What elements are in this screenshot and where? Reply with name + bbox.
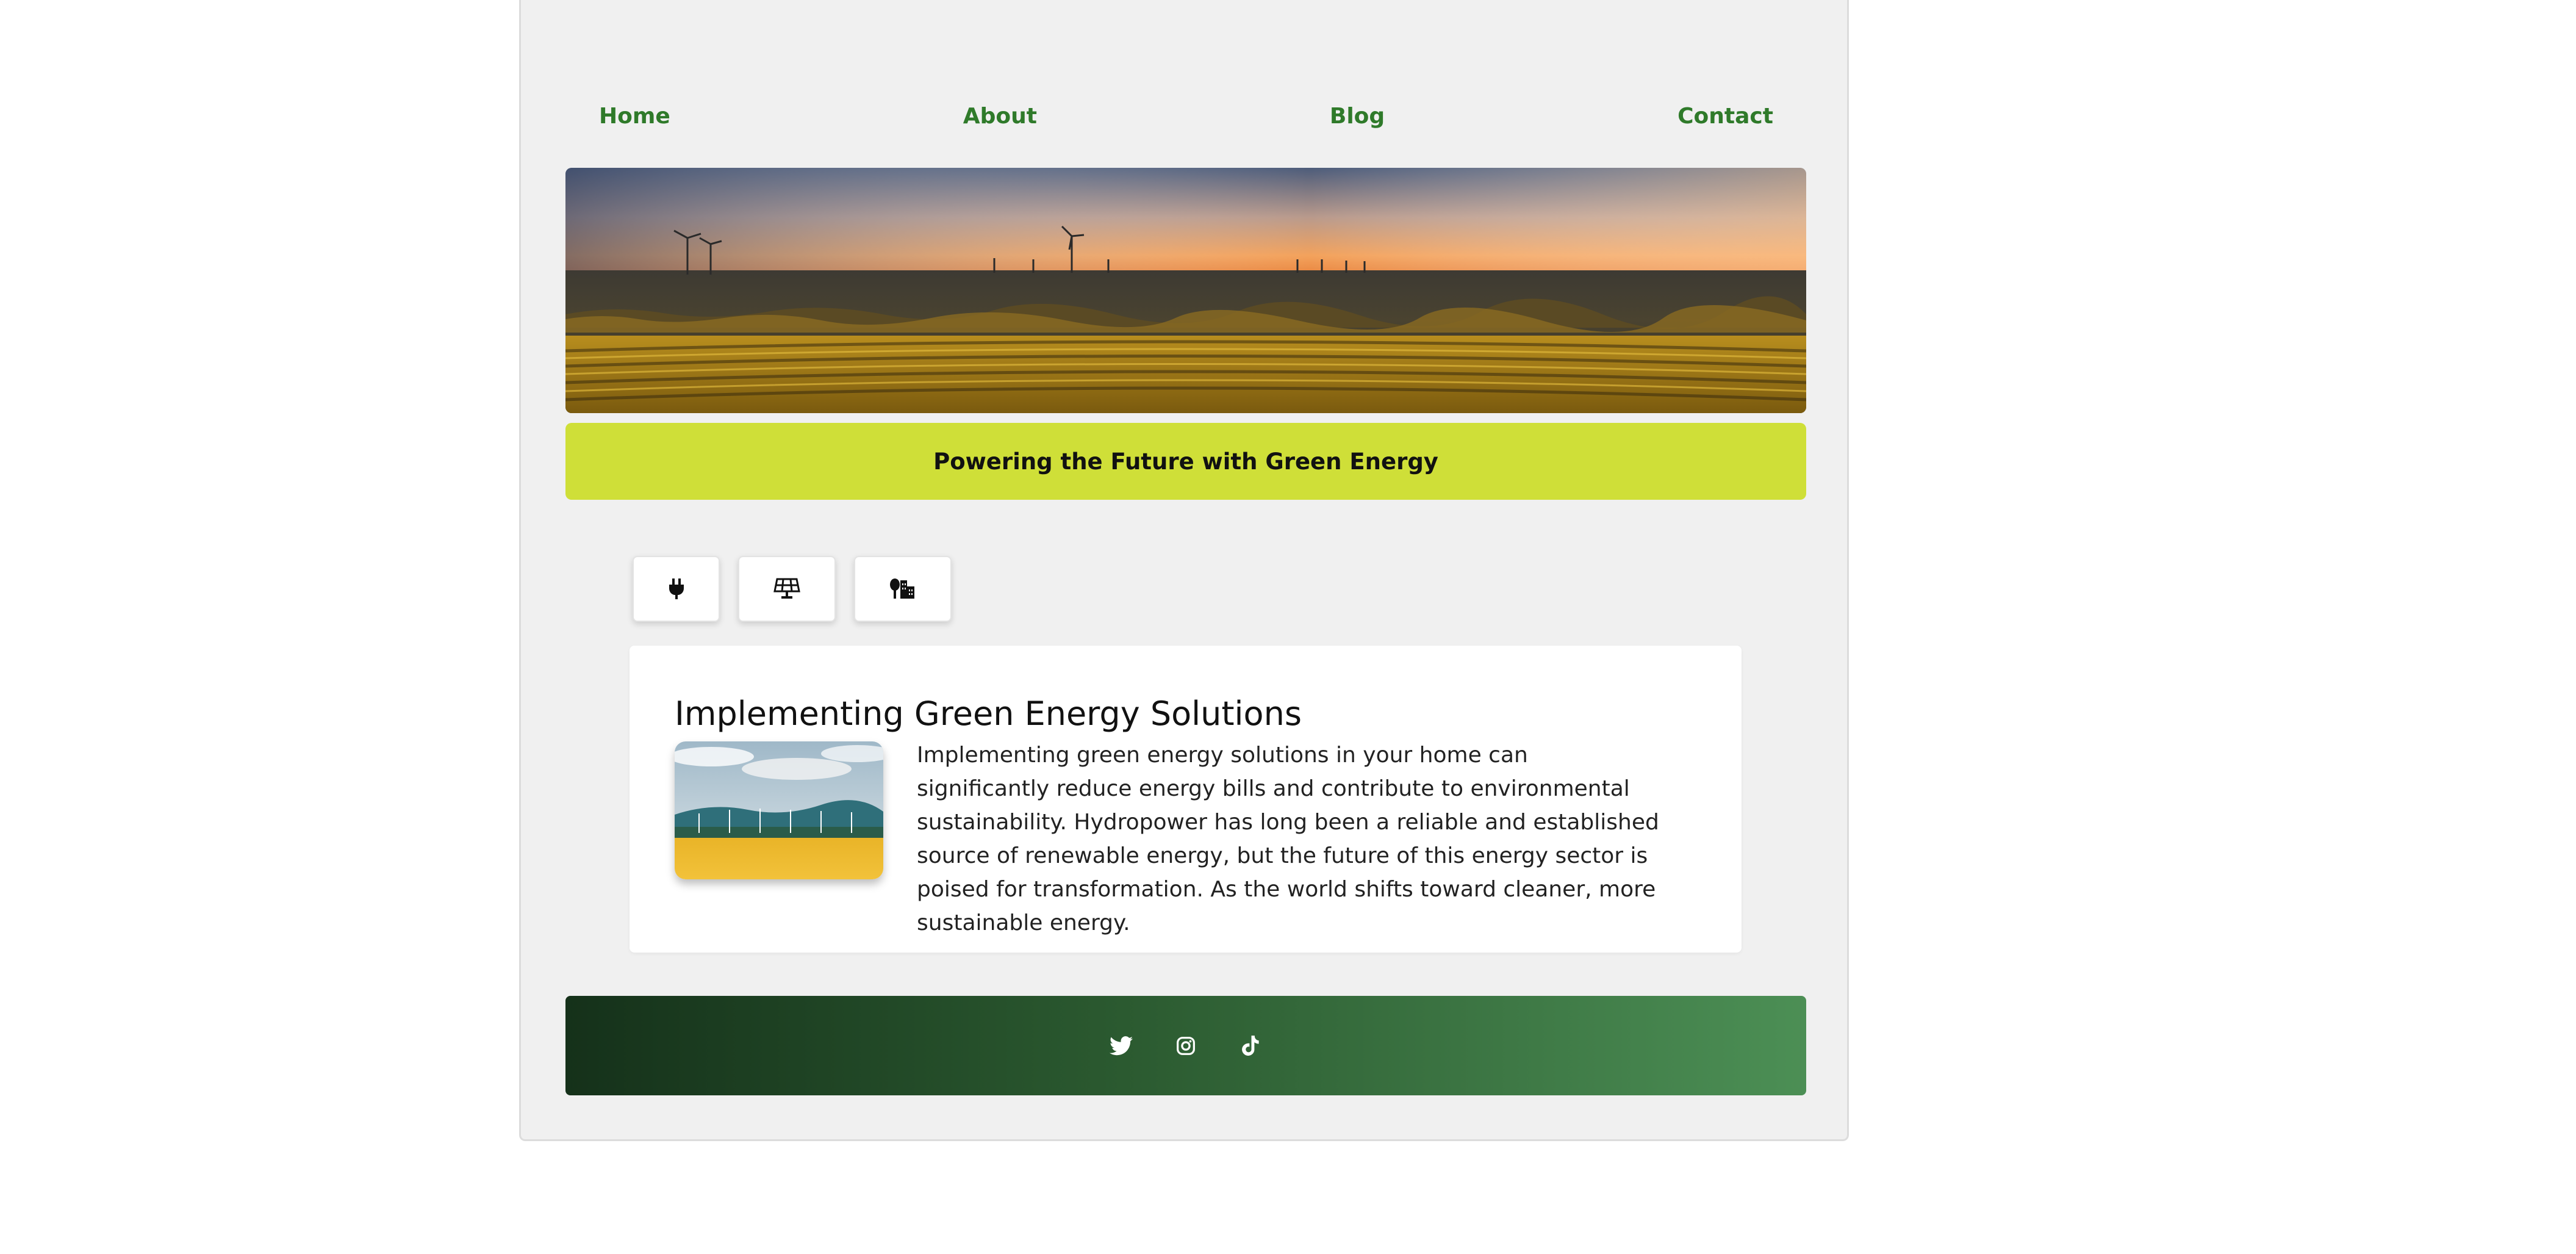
twitter-icon bbox=[1110, 1036, 1133, 1055]
solar-panel-button[interactable] bbox=[738, 556, 836, 622]
article-card: Implementing Green Energy Solutions Impl… bbox=[630, 646, 1742, 953]
article-title: Implementing Green Energy Solutions bbox=[675, 694, 1302, 733]
instagram-icon bbox=[1177, 1036, 1195, 1055]
solar-panel-icon bbox=[773, 578, 800, 599]
wind-farm-sunset-illustration bbox=[565, 168, 1806, 413]
plug-button[interactable] bbox=[633, 556, 720, 622]
nav-about-link[interactable]: About bbox=[963, 104, 1037, 129]
article-image bbox=[675, 741, 883, 879]
city-tree-button[interactable] bbox=[854, 556, 952, 622]
tiktok-icon bbox=[1242, 1035, 1259, 1056]
plug-icon bbox=[669, 578, 684, 599]
tiktok-link[interactable] bbox=[1237, 1032, 1264, 1059]
nav-home-link[interactable]: Home bbox=[599, 104, 670, 129]
main-nav: Home About Blog Contact bbox=[599, 92, 1773, 140]
wind-turbines-field-illustration bbox=[675, 741, 883, 879]
nav-blog-link[interactable]: Blog bbox=[1330, 104, 1385, 129]
article-body: Implementing green energy solutions in y… bbox=[917, 743, 1659, 935]
hero-image bbox=[565, 168, 1806, 413]
hero-tagline: Powering the Future with Green Energy bbox=[565, 423, 1806, 500]
twitter-link[interactable] bbox=[1108, 1032, 1135, 1059]
footer bbox=[565, 996, 1806, 1095]
page-container: Home About Blog Contact Powering the Fut… bbox=[519, 0, 1849, 1141]
nav-contact-link[interactable]: Contact bbox=[1677, 104, 1773, 129]
city-tree-icon bbox=[890, 578, 914, 599]
instagram-link[interactable] bbox=[1172, 1032, 1199, 1059]
